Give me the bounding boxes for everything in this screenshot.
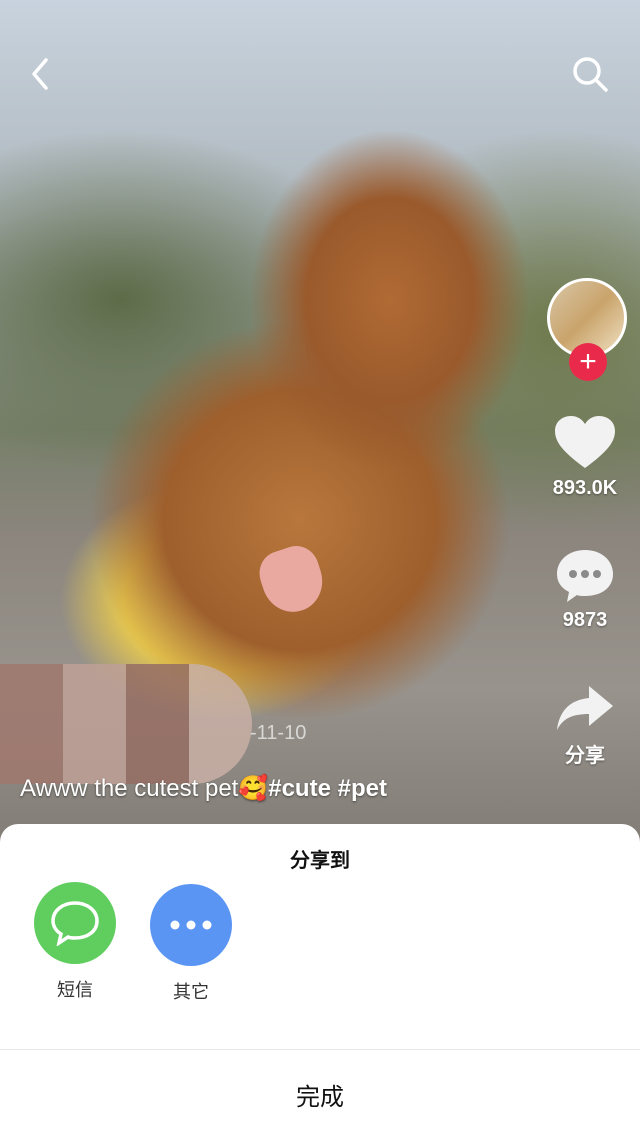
sms-label: 短信 xyxy=(57,980,93,1000)
video-share-screen: -11-10 + 893.0K 9873 分享 Awww the cutest … xyxy=(0,0,640,1138)
share-arrow-icon xyxy=(557,686,613,730)
share-sheet: 分享到 短信 其它 完成 xyxy=(0,824,640,1138)
share-sheet-title: 分享到 xyxy=(290,850,350,872)
comment-button[interactable]: 9873 xyxy=(530,546,640,632)
search-button[interactable] xyxy=(566,50,614,98)
share-button[interactable]: 分享 xyxy=(530,682,640,768)
plus-icon: + xyxy=(579,345,597,378)
caption-text: Awww the cutest pet xyxy=(20,775,239,802)
share-sms-button[interactable]: 短信 xyxy=(20,882,130,1002)
share-label: 分享 xyxy=(565,745,605,767)
chevron-left-icon xyxy=(32,58,48,90)
smiling-hearts-emoji: 🥰 xyxy=(238,775,269,802)
share-more-button[interactable]: 其它 xyxy=(136,884,246,1004)
message-bubble-icon xyxy=(51,901,99,946)
comment-icon xyxy=(557,550,613,602)
sms-app-circle xyxy=(34,882,116,964)
like-button[interactable]: 893.0K xyxy=(530,414,640,500)
more-label: 其它 xyxy=(173,982,209,1002)
caption-hashtags[interactable]: #cute #pet xyxy=(268,775,387,802)
back-button[interactable] xyxy=(16,50,64,98)
follow-button[interactable]: + xyxy=(569,343,607,381)
comment-count: 9873 xyxy=(562,609,608,631)
done-button[interactable]: 完成 xyxy=(0,1050,640,1138)
video-caption: Awww the cutest pet🥰#cute #pet xyxy=(20,774,387,803)
more-dots-icon xyxy=(170,920,212,930)
search-icon xyxy=(573,57,608,92)
more-app-circle xyxy=(150,884,232,966)
post-date: -11-10 xyxy=(250,722,307,744)
blurred-username xyxy=(0,664,252,784)
heart-icon xyxy=(555,416,615,468)
like-count: 893.0K xyxy=(552,477,618,499)
